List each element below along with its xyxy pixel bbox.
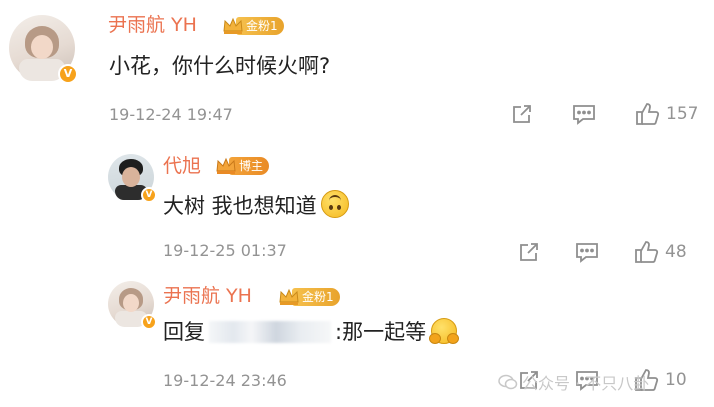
reply-item: V 代旭 博主 大树 我也想知道 19-12-25 01:37 48 — [0, 140, 714, 274]
verified-badge-icon: V — [141, 187, 157, 203]
comment-text: 小花，你什么时候火啊? — [109, 54, 331, 78]
avatar-face — [123, 294, 139, 312]
like-icon — [636, 103, 660, 125]
fan-badge[interactable]: 金粉1 — [222, 16, 284, 36]
like-count: 157 — [666, 104, 699, 124]
share-button[interactable] — [510, 102, 534, 126]
crown-icon — [215, 156, 237, 176]
timestamp: 19-12-24 19:47 — [109, 105, 233, 124]
like-button[interactable]: 48 — [633, 239, 687, 265]
comment-text-body: :那一起等 — [335, 320, 427, 344]
avatar-face — [122, 167, 140, 187]
comment-actions: 48 — [517, 239, 687, 265]
comment-text-body: 大树 我也想知道 — [163, 194, 317, 218]
comment-text: 大树 我也想知道 — [163, 190, 349, 220]
fan-badge[interactable]: 金粉1 — [278, 287, 340, 307]
verified-badge-icon: V — [58, 64, 78, 84]
like-icon — [635, 241, 659, 263]
share-icon — [520, 243, 538, 261]
wechat-icon — [498, 374, 518, 390]
upside-down-face-icon — [320, 190, 349, 218]
hugging-face-icon — [429, 318, 460, 344]
watermark-text: 公众号 · 不只八卦 — [522, 374, 650, 393]
avatar-face — [31, 35, 53, 59]
comment-button[interactable] — [574, 240, 600, 264]
avatar[interactable]: V — [108, 154, 157, 203]
username[interactable]: 尹雨航 YH — [163, 284, 252, 308]
comment-item: V 尹雨航 YH 金粉1 小花，你什么时候火啊? 19-12-24 19:47 … — [0, 0, 714, 140]
timestamp: 19-12-25 01:37 — [163, 241, 287, 260]
username[interactable]: 代旭 — [163, 154, 201, 178]
avatar[interactable]: V — [108, 281, 157, 330]
verified-badge-icon: V — [141, 314, 157, 330]
username[interactable]: 尹雨航 YH — [108, 13, 197, 37]
like-button[interactable]: 157 — [634, 101, 698, 127]
crown-icon — [222, 16, 244, 36]
crown-icon — [278, 287, 300, 307]
blogger-badge: 博主 — [215, 156, 270, 176]
comment-actions: 157 — [510, 101, 698, 127]
like-count: 48 — [665, 242, 687, 262]
share-icon — [513, 105, 531, 123]
share-button[interactable] — [517, 240, 541, 264]
watermark: 公众号 · 不只八卦 — [498, 370, 649, 394]
avatar[interactable]: V — [9, 15, 78, 84]
comment-button[interactable] — [571, 102, 597, 126]
reply-prefix: 回复 — [163, 320, 205, 344]
blurred-username — [209, 321, 331, 343]
timestamp: 19-12-24 23:46 — [163, 371, 287, 390]
comment-icon — [573, 105, 595, 125]
like-count: 10 — [665, 370, 687, 390]
comment-icon — [576, 243, 598, 263]
comment-text: 回复 :那一起等 — [163, 318, 460, 346]
